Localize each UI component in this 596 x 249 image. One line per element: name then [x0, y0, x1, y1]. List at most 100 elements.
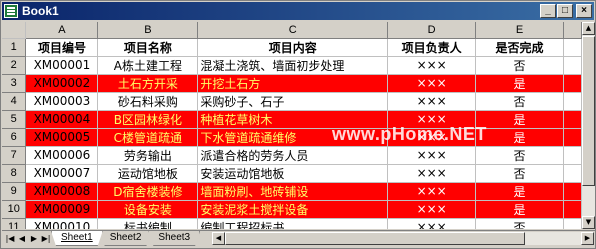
row-header[interactable]: 11	[2, 218, 27, 229]
tab-sheet3[interactable]: Sheet3	[148, 231, 200, 246]
cell-overflow[interactable]	[563, 146, 582, 165]
prev-tab-icon[interactable]: ◀	[16, 233, 28, 245]
cell[interactable]: ×××	[387, 110, 477, 129]
column-header-overflow[interactable]	[563, 22, 582, 39]
cell-overflow[interactable]	[563, 128, 582, 147]
scroll-down-icon[interactable]: ▼	[582, 216, 595, 229]
cell[interactable]: ×××	[387, 74, 477, 93]
cell[interactable]: 编制工程招标书	[197, 218, 389, 229]
cell[interactable]: ×××	[387, 128, 477, 147]
cell[interactable]: XM00003	[25, 92, 99, 111]
cell[interactable]: 是否完成	[475, 38, 564, 57]
cell[interactable]: 否	[475, 146, 564, 165]
cell[interactable]: 下水管道疏通维修	[197, 128, 389, 147]
cell[interactable]: D宿舍楼装修	[97, 182, 199, 201]
title-bar[interactable]: Book1 _ □ ×	[2, 2, 594, 20]
cell[interactable]: 项目负责人	[387, 38, 477, 57]
column-header[interactable]: B	[97, 22, 199, 39]
cell[interactable]: 项目名称	[97, 38, 199, 57]
row-header[interactable]: 5	[2, 110, 27, 129]
column-header[interactable]: A	[25, 22, 99, 39]
cell[interactable]: 标书编制	[97, 218, 199, 229]
cell[interactable]: ×××	[387, 164, 477, 183]
cell[interactable]: 否	[475, 56, 564, 75]
cell[interactable]: XM00009	[25, 200, 99, 219]
cell[interactable]: 是	[475, 110, 564, 129]
cell[interactable]: 安装泥浆土搅拌设备	[197, 200, 389, 219]
tab-sheet1[interactable]: Sheet1	[51, 231, 103, 246]
row-header[interactable]: 10	[2, 200, 27, 219]
cell[interactable]: 采购砂子、石子	[197, 92, 389, 111]
tab-sheet2[interactable]: Sheet2	[100, 231, 152, 246]
cell[interactable]: 是	[475, 128, 564, 147]
row-header[interactable]: 8	[2, 164, 27, 183]
cell[interactable]: ×××	[387, 146, 477, 165]
cell[interactable]: XM00010	[25, 218, 99, 229]
cell[interactable]: 开挖土石方	[197, 74, 389, 93]
cell[interactable]: B区园林绿化	[97, 110, 199, 129]
cell[interactable]: 墙面粉刷、地砖铺设	[197, 182, 389, 201]
cell[interactable]: 是	[475, 182, 564, 201]
row-header[interactable]: 7	[2, 146, 27, 165]
cell-overflow[interactable]	[563, 182, 582, 201]
cell[interactable]: 土石方开采	[97, 74, 199, 93]
cell[interactable]: ×××	[387, 56, 477, 75]
row-header[interactable]: 2	[2, 56, 27, 75]
column-header[interactable]: E	[475, 22, 564, 39]
cell[interactable]: 砂石料采购	[97, 92, 199, 111]
cell-overflow[interactable]	[563, 164, 582, 183]
cell[interactable]: ×××	[387, 200, 477, 219]
cell-overflow[interactable]	[563, 200, 582, 219]
cell[interactable]: XM00002	[25, 74, 99, 93]
cell[interactable]: XM00006	[25, 146, 99, 165]
cell-overflow[interactable]	[563, 56, 582, 75]
cell[interactable]: 否	[475, 218, 564, 229]
cell[interactable]: 项目编号	[25, 38, 99, 57]
cell[interactable]: 混凝土浇筑、墙面初步处理	[197, 56, 389, 75]
cell[interactable]: 是	[475, 200, 564, 219]
horizontal-scroll-thumb[interactable]	[225, 232, 525, 245]
first-tab-icon[interactable]: |◀	[4, 233, 16, 245]
scroll-right-icon[interactable]: ▶	[581, 232, 594, 245]
cell[interactable]: XM00008	[25, 182, 99, 201]
cell[interactable]: ×××	[387, 218, 477, 229]
cell[interactable]: 是	[475, 74, 564, 93]
cell-overflow[interactable]	[563, 110, 582, 129]
row-header[interactable]: 4	[2, 92, 27, 111]
cell[interactable]: XM00004	[25, 110, 99, 129]
next-tab-icon[interactable]: ▶	[28, 233, 40, 245]
cell[interactable]: XM00007	[25, 164, 99, 183]
cell[interactable]: C楼管道疏通	[97, 128, 199, 147]
column-header[interactable]: D	[387, 22, 477, 39]
cell-overflow[interactable]	[563, 74, 582, 93]
row-header[interactable]: 9	[2, 182, 27, 201]
cell[interactable]: 种植花草树木	[197, 110, 389, 129]
cell[interactable]: 否	[475, 92, 564, 111]
cell[interactable]: 否	[475, 164, 564, 183]
cell[interactable]: ×××	[387, 92, 477, 111]
scroll-up-icon[interactable]: ▲	[582, 22, 595, 35]
cell-overflow[interactable]	[563, 92, 582, 111]
cell[interactable]: A栋土建工程	[97, 56, 199, 75]
close-button[interactable]: ×	[576, 4, 592, 18]
cell-overflow[interactable]	[563, 218, 582, 229]
horizontal-scrollbar[interactable]: ◀ ▶	[212, 232, 594, 245]
maximize-button[interactable]: □	[557, 4, 573, 18]
cell[interactable]: 劳务输出	[97, 146, 199, 165]
cell[interactable]: XM00005	[25, 128, 99, 147]
row-header[interactable]: 1	[2, 38, 27, 57]
vertical-scrollbar[interactable]: ▲ ▼	[582, 22, 595, 229]
vertical-scroll-thumb[interactable]	[582, 36, 595, 186]
cell[interactable]: 设备安装	[97, 200, 199, 219]
last-tab-icon[interactable]: ▶|	[40, 233, 52, 245]
cell[interactable]: 运动馆地板	[97, 164, 199, 183]
cell[interactable]: 项目内容	[197, 38, 389, 57]
scroll-left-icon[interactable]: ◀	[212, 232, 225, 245]
row-header[interactable]: 3	[2, 74, 27, 93]
cell[interactable]: XM00001	[25, 56, 99, 75]
column-header[interactable]: C	[197, 22, 389, 39]
minimize-button[interactable]: _	[540, 4, 556, 18]
select-all-corner[interactable]	[2, 22, 27, 39]
cell-overflow[interactable]	[563, 38, 582, 57]
cell[interactable]: 安装运动馆地板	[197, 164, 389, 183]
